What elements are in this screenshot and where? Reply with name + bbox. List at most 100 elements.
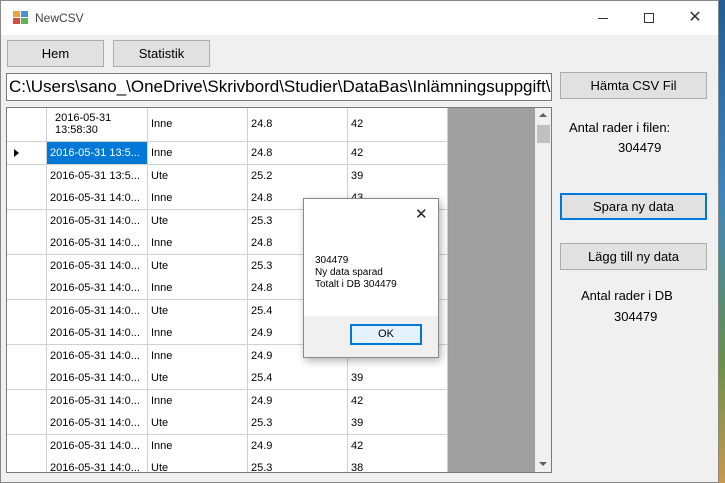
table-cell[interactable]: 2016-05-31 14:0... xyxy=(47,299,148,322)
close-button[interactable]: ✕ xyxy=(672,1,718,35)
ok-button[interactable]: OK xyxy=(350,324,422,345)
message-dialog: ✕ 304479 Ny data sparad Totalt i DB 3044… xyxy=(303,198,439,358)
table-cell[interactable]: Inne xyxy=(148,344,248,367)
column-header[interactable]: Inne xyxy=(148,108,248,141)
row-header[interactable] xyxy=(7,299,47,322)
data-grid[interactable]: 2016-05-31 13:58:30 Inne 24.8 42 2016-05… xyxy=(6,107,552,473)
table-cell[interactable]: 2016-05-31 14:0... xyxy=(47,277,148,299)
table-cell[interactable]: 25.2 xyxy=(248,164,348,187)
grid-header-row: 2016-05-31 13:58:30 Inne 24.8 42 xyxy=(7,108,448,142)
dialog-line: 304479 xyxy=(315,255,349,266)
table-row[interactable]: 2016-05-31 14:0... Ute 25.3 38 xyxy=(7,457,448,472)
table-cell[interactable]: Inne xyxy=(148,232,248,254)
table-cell[interactable]: 42 xyxy=(348,389,448,412)
table-row[interactable]: 2016-05-31 14:0... Ute 25.3 39 xyxy=(7,412,448,435)
hamta-csv-button[interactable]: Hämta CSV Fil xyxy=(560,72,707,99)
table-cell[interactable]: 2016-05-31 13:5... xyxy=(47,164,148,187)
table-cell[interactable]: 25.3 xyxy=(248,412,348,434)
statistik-button[interactable]: Statistik xyxy=(113,40,210,67)
table-cell[interactable]: 2016-05-31 14:0... xyxy=(47,389,148,412)
table-cell[interactable]: 39 xyxy=(348,367,448,389)
spara-ny-data-button[interactable]: Spara ny data xyxy=(560,193,707,220)
table-cell[interactable]: Inne xyxy=(148,277,248,299)
table-cell[interactable]: 42 xyxy=(348,434,448,457)
table-row[interactable]: 2016-05-31 13:5... Inne 24.8 42 xyxy=(7,142,448,165)
table-row[interactable]: 2016-05-31 14:0... Inne 24.9 42 xyxy=(7,434,448,458)
table-cell[interactable]: 2016-05-31 13:5... xyxy=(47,142,148,164)
row-header[interactable] xyxy=(7,254,47,277)
row-header[interactable] xyxy=(7,457,47,472)
table-cell[interactable]: 2016-05-31 14:0... xyxy=(47,232,148,254)
table-cell[interactable]: 2016-05-31 14:0... xyxy=(47,187,148,209)
table-cell[interactable]: 25.3 xyxy=(248,457,348,472)
table-cell[interactable]: 2016-05-31 14:0... xyxy=(47,322,148,344)
table-row[interactable]: 2016-05-31 13:5... Ute 25.2 39 xyxy=(7,164,448,188)
column-header[interactable]: 24.8 xyxy=(248,108,348,141)
lagg-till-ny-data-button[interactable]: Lägg till ny data xyxy=(560,243,707,270)
table-cell[interactable]: Inne xyxy=(148,434,248,457)
dialog-line: Ny data sparad xyxy=(315,267,383,278)
rows-in-db-label: Antal rader i DB xyxy=(581,288,673,303)
row-header[interactable] xyxy=(7,277,47,299)
table-cell[interactable]: Ute xyxy=(148,164,248,187)
vertical-scrollbar[interactable] xyxy=(535,108,551,472)
table-cell[interactable]: 39 xyxy=(348,412,448,434)
table-cell[interactable]: 2016-05-31 14:0... xyxy=(47,344,148,367)
row-header[interactable] xyxy=(7,412,47,434)
table-cell[interactable]: 39 xyxy=(348,164,448,187)
row-header[interactable] xyxy=(7,209,47,232)
current-row-icon xyxy=(14,149,19,157)
dialog-footer: OK xyxy=(304,316,438,357)
row-header[interactable] xyxy=(7,367,47,389)
row-header[interactable] xyxy=(7,232,47,254)
app-window: NewCSV ✕ Hem Statistik C:\Users\sano_\On… xyxy=(0,0,719,483)
rows-in-file-value: 304479 xyxy=(618,140,662,155)
table-cell[interactable]: 24.9 xyxy=(248,389,348,412)
table-cell[interactable]: Ute xyxy=(148,254,248,277)
table-cell[interactable]: 24.9 xyxy=(248,434,348,457)
table-cell[interactable]: Ute xyxy=(148,412,248,434)
table-cell[interactable]: Ute xyxy=(148,299,248,322)
table-cell[interactable]: 2016-05-31 14:0... xyxy=(47,254,148,277)
table-cell[interactable]: Inne xyxy=(148,389,248,412)
rows-in-file-label: Antal rader i filen: xyxy=(569,120,671,135)
table-cell[interactable]: Ute xyxy=(148,209,248,232)
table-cell[interactable]: 42 xyxy=(348,142,448,164)
table-row[interactable]: 2016-05-31 14:0... Inne 24.9 42 xyxy=(7,389,448,413)
table-cell[interactable]: 2016-05-31 14:0... xyxy=(47,367,148,389)
table-cell[interactable]: Inne xyxy=(148,187,248,209)
row-header-corner[interactable] xyxy=(7,108,47,141)
dialog-close-icon[interactable]: ✕ xyxy=(415,205,428,223)
row-header[interactable] xyxy=(7,434,47,457)
table-cell[interactable]: 2016-05-31 14:0... xyxy=(47,412,148,434)
scroll-up-icon[interactable] xyxy=(539,113,547,117)
row-header[interactable] xyxy=(7,344,47,367)
table-cell[interactable]: Ute xyxy=(148,457,248,472)
table-cell[interactable]: 2016-05-31 14:0... xyxy=(47,434,148,457)
row-header[interactable] xyxy=(7,187,47,209)
table-cell[interactable]: 2016-05-31 14:0... xyxy=(47,209,148,232)
table-cell[interactable]: Inne xyxy=(148,142,248,164)
table-cell[interactable]: 2016-05-31 14:0... xyxy=(47,457,148,472)
column-header[interactable]: 2016-05-31 13:58:30 xyxy=(47,108,148,141)
app-icon xyxy=(13,11,29,25)
row-header[interactable] xyxy=(7,389,47,412)
scroll-down-icon[interactable] xyxy=(539,462,547,466)
minimize-button[interactable] xyxy=(580,1,626,35)
table-row[interactable]: 2016-05-31 14:0... Ute 25.4 39 xyxy=(7,367,448,390)
row-header[interactable] xyxy=(7,164,47,187)
table-cell[interactable]: Inne xyxy=(148,322,248,344)
table-cell[interactable]: 38 xyxy=(348,457,448,472)
maximize-button[interactable] xyxy=(626,1,672,35)
close-icon: ✕ xyxy=(688,9,702,26)
window-title: NewCSV xyxy=(35,11,84,25)
column-header[interactable]: 42 xyxy=(348,108,448,141)
table-cell[interactable]: Ute xyxy=(148,367,248,389)
scroll-thumb[interactable] xyxy=(537,125,550,143)
file-path-input[interactable]: C:\Users\sano_\OneDrive\Skrivbord\Studie… xyxy=(6,73,552,101)
table-cell[interactable]: 25.4 xyxy=(248,367,348,389)
row-header[interactable] xyxy=(7,142,47,164)
table-cell[interactable]: 24.8 xyxy=(248,142,348,164)
row-header[interactable] xyxy=(7,322,47,344)
hem-button[interactable]: Hem xyxy=(7,40,104,67)
